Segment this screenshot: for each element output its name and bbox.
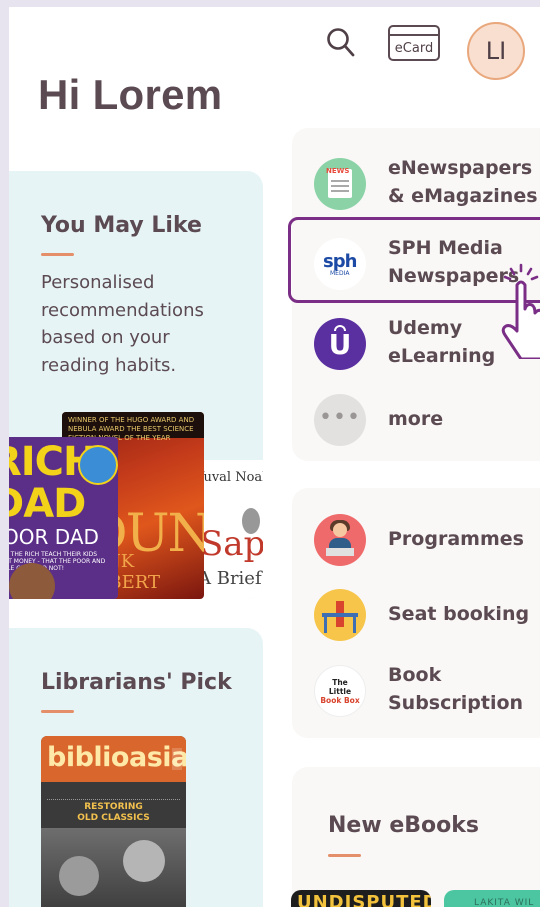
photo-figure-right — [123, 840, 165, 882]
headline-line-2: OLD CLASSICS — [77, 813, 150, 823]
biblioasia-masthead: biblioasia — [41, 736, 186, 782]
title-underline — [41, 253, 74, 256]
service-label: more — [388, 408, 444, 430]
activities-panel: Programmes Seat booking The Little Book Bo… — [292, 488, 540, 738]
issue-tag — [172, 748, 182, 770]
book-cover-sapiens[interactable]: Yuval Noah Harari Sapiens A Brief — [194, 460, 263, 599]
you-may-like-card[interactable]: You May Like Personalised recommendation… — [9, 171, 263, 599]
seat-booking-icon — [314, 589, 366, 641]
activity-label: Seat booking — [388, 603, 530, 625]
dune-tagline: WINNER OF THE HUGO AWARD AND NEBULA AWAR… — [62, 412, 204, 442]
activity-label: Programmes — [388, 528, 524, 550]
ebook-thumb[interactable]: LAKITA WIL — [444, 890, 540, 907]
top-bar: eCard LI — [9, 7, 540, 80]
ebook-thumb[interactable]: UNDISPUTED — [291, 890, 431, 907]
ecard-label: eCard — [394, 41, 434, 56]
search-button[interactable] — [326, 25, 356, 59]
contents-lines — [47, 786, 180, 800]
sapiens-title: Sapiens — [200, 524, 263, 564]
home-screen: eCard LI Hi Lorem You May Like Personali… — [9, 7, 540, 907]
title-underline — [328, 854, 361, 857]
service-more[interactable]: ••• more — [314, 390, 540, 450]
search-icon — [327, 28, 355, 57]
book-box-icon: The Little Book Box — [314, 665, 366, 717]
service-enewspapers[interactable]: NEWS eNewspapers & eMagazines — [314, 154, 540, 214]
ecard-button[interactable]: eCard — [388, 25, 440, 61]
greeting: Hi Lorem — [38, 71, 223, 118]
sapiens-author: Yuval Noah Harari — [196, 470, 263, 485]
sapiens-subtitle: A Brief — [198, 568, 262, 589]
service-label: eNewspapers & eMagazines — [388, 157, 538, 207]
activity-seat-booking[interactable]: Seat booking — [314, 585, 540, 645]
activity-label: Book Subscription — [388, 664, 524, 714]
more-icon: ••• — [314, 394, 366, 446]
avatar[interactable]: LI — [467, 22, 525, 80]
photo-figure-left — [59, 856, 99, 896]
book-cover-rich-dad[interactable]: RICH DAD POOR DAD WHAT THE RICH TEACH TH… — [9, 437, 118, 599]
udemy-icon: U — [314, 318, 366, 370]
poor-dad-word: POOR DAD — [9, 525, 99, 549]
librarians-pick-title: Librarians' Pick — [41, 670, 232, 695]
book-cover-biblioasia[interactable]: biblioasia RESTORING OLD CLASSICS — [41, 736, 186, 907]
librarians-pick-card[interactable]: Librarians' Pick biblioasia RESTORING OL… — [9, 628, 263, 907]
headline-line-1: RESTORING — [84, 802, 143, 812]
pointer-hand-icon — [501, 263, 540, 359]
title-underline — [41, 710, 74, 713]
dad-word: DAD — [9, 481, 86, 527]
cover-headline: RESTORING OLD CLASSICS — [41, 802, 186, 824]
card-stripe — [390, 34, 438, 36]
new-ebooks-title: New eBooks — [328, 813, 479, 838]
you-may-like-description: Personalised recommendations based on yo… — [41, 272, 204, 376]
masthead-text: biblioasia — [47, 742, 186, 773]
activity-book-subscription[interactable]: The Little Book Box Book Subscription — [314, 661, 540, 721]
you-may-like-title: You May Like — [41, 213, 202, 238]
bestseller-badge — [78, 445, 118, 485]
activity-programmes[interactable]: Programmes — [314, 510, 540, 570]
programmes-icon — [314, 514, 366, 566]
service-label: Udemy eLearning — [388, 317, 496, 367]
newspaper-icon: NEWS — [314, 158, 366, 210]
